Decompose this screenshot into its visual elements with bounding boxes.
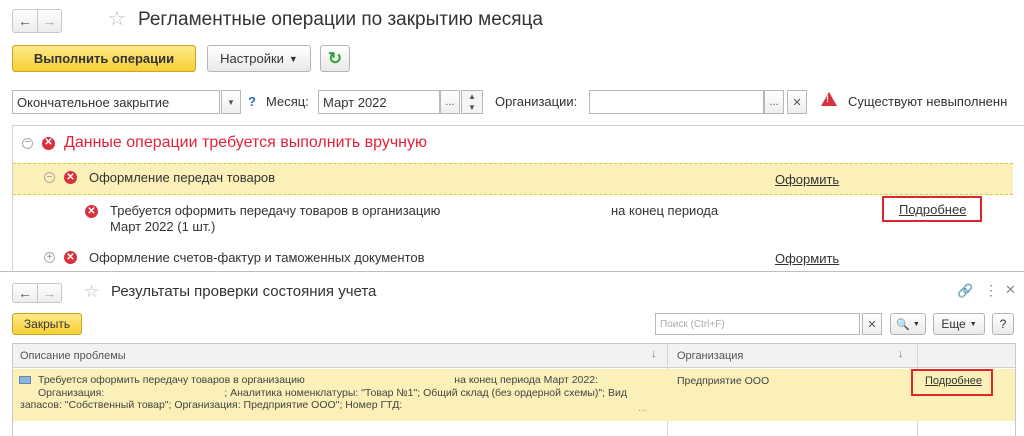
row-line-3: запасов: "Собственный товар"; Организаци… [20,399,403,411]
operation-row-2: + ✕ Оформление счетов-фактур и таможенны… [44,250,425,265]
month-spinner[interactable]: ▲ ▼ [461,90,483,114]
month-label: Месяц: [266,94,309,109]
back-arrow-icon[interactable]: ← [13,10,37,32]
mode-dropdown-button[interactable]: ▼ [221,90,241,114]
link-icon[interactable]: 🔗 [957,283,973,299]
refresh-icon: ↻ [327,48,343,68]
search-clear-button[interactable]: ✕ [862,313,882,335]
org-choose-button[interactable]: ... [764,90,784,114]
row-line-2: Организация: [38,386,105,399]
close-button[interactable]: Закрыть [12,313,82,335]
row-icon [19,376,31,384]
month-field[interactable]: Март 2022 [318,90,440,114]
favorite-star-icon[interactable]: ☆ [108,9,126,29]
search-icon: 🔍 [896,318,910,331]
help-button[interactable]: ? [992,313,1014,335]
op1-more-link[interactable]: Подробнее [899,202,966,217]
row-line-1-tail: на конец периода Март 2022: [454,374,598,386]
row-line-1: Требуется оформить передачу товаров в ор… [38,374,305,386]
mode-select-value: Окончательное закрытие [17,94,170,110]
favorite-star-icon[interactable]: ☆ [84,282,99,302]
column-header-description[interactable]: Описание проблемы [20,350,126,362]
search-button[interactable]: 🔍 ▼ [890,313,926,335]
collapse-icon[interactable]: − [44,172,55,183]
operation-title: Оформление передач товаров [89,170,276,185]
month-choose-button[interactable]: ... [440,90,460,114]
org-field[interactable] [589,90,764,114]
detail-period: на конец периода [611,203,719,218]
search-input[interactable]: Поиск (Ctrl+F) [655,313,860,335]
page-title: Регламентные операции по закрытию месяца [138,9,543,30]
settings-dropdown-button[interactable]: Настройки ▼ [207,45,311,72]
operation-title: Оформление счетов-фактур и таможенных до… [89,250,425,265]
column-header-organization[interactable]: Организация [677,350,743,362]
warning-icon [821,92,837,106]
mode-select[interactable]: Окончательное закрытие [12,90,220,114]
run-operations-button[interactable]: Выполнить операции [12,45,196,72]
group-header[interactable]: − ✕ Данные операции требуется выполнить … [22,134,427,152]
help-link[interactable]: ? [248,94,256,109]
group-title: Данные операции требуется выполнить вруч… [64,134,428,151]
operation-detail: ✕ Требуется оформить передачу товаров в … [85,203,440,235]
org-label: Организации: [495,94,578,109]
op2-execute-link[interactable]: Оформить [775,251,839,266]
results-nav-buttons: ← → [12,283,62,303]
row-organization: Предприятие ООО [677,375,770,387]
row-line-2-tail: ; Аналитика номенклатуры: "Товар №1"; Об… [224,386,627,399]
error-icon: ✕ [85,205,98,218]
expand-icon[interactable]: + [44,252,55,263]
chevron-down-icon: ▼ [969,320,977,328]
sort-arrow-icon: ↓ [651,348,657,360]
results-title: Результаты проверки состояния учета [111,283,377,300]
warning-text: Существуют невыполненн [848,94,1008,109]
warning-exclaim: ! [826,94,829,104]
more-actions-label: Еще [941,317,966,331]
row-more-link[interactable]: Подробнее [925,375,982,387]
chevron-down-icon: ▼ [912,320,920,328]
detail-line-2: Март 2022 (1 шт.) [110,219,216,234]
chevron-down-icon: ▼ [288,53,298,64]
search-placeholder: Поиск (Ctrl+F) [660,318,725,330]
error-icon: ✕ [64,171,77,184]
forward-arrow-icon[interactable]: → [37,10,61,32]
error-icon: ✕ [64,251,77,264]
operation-row-1: − ✕ Оформление передач товаров [44,170,275,185]
row-ellipsis: ... [638,403,647,414]
forward-arrow-icon[interactable]: → [37,284,61,302]
close-icon: ✕ [867,318,877,331]
refresh-button[interactable]: ↻ [320,45,350,72]
collapse-icon[interactable]: − [22,137,33,149]
op1-execute-link[interactable]: Оформить [775,172,839,187]
settings-label: Настройки [220,51,284,66]
row-description: Требуется оформить передачу товаров в ор… [38,374,658,399]
top-nav-buttons: ← → [12,9,62,33]
spin-down-icon[interactable]: ▼ [468,103,476,112]
month-field-value: Март 2022 [323,94,387,110]
menu-icon[interactable]: ⋮ [984,282,998,299]
window-close-icon[interactable]: ✕ [1005,282,1016,298]
chevron-down-icon: ▼ [227,97,235,107]
table-header [13,344,1015,368]
close-icon: ✕ [792,96,802,109]
more-actions-button[interactable]: Еще ▼ [933,313,985,335]
error-icon: ✕ [42,136,55,150]
back-arrow-icon[interactable]: ← [13,284,37,302]
detail-line-1: Требуется оформить передачу товаров в ор… [110,203,441,218]
spin-up-icon[interactable]: ▲ [468,92,476,101]
sort-arrow-icon: ↓ [898,348,904,360]
org-clear-button[interactable]: ✕ [787,90,807,114]
